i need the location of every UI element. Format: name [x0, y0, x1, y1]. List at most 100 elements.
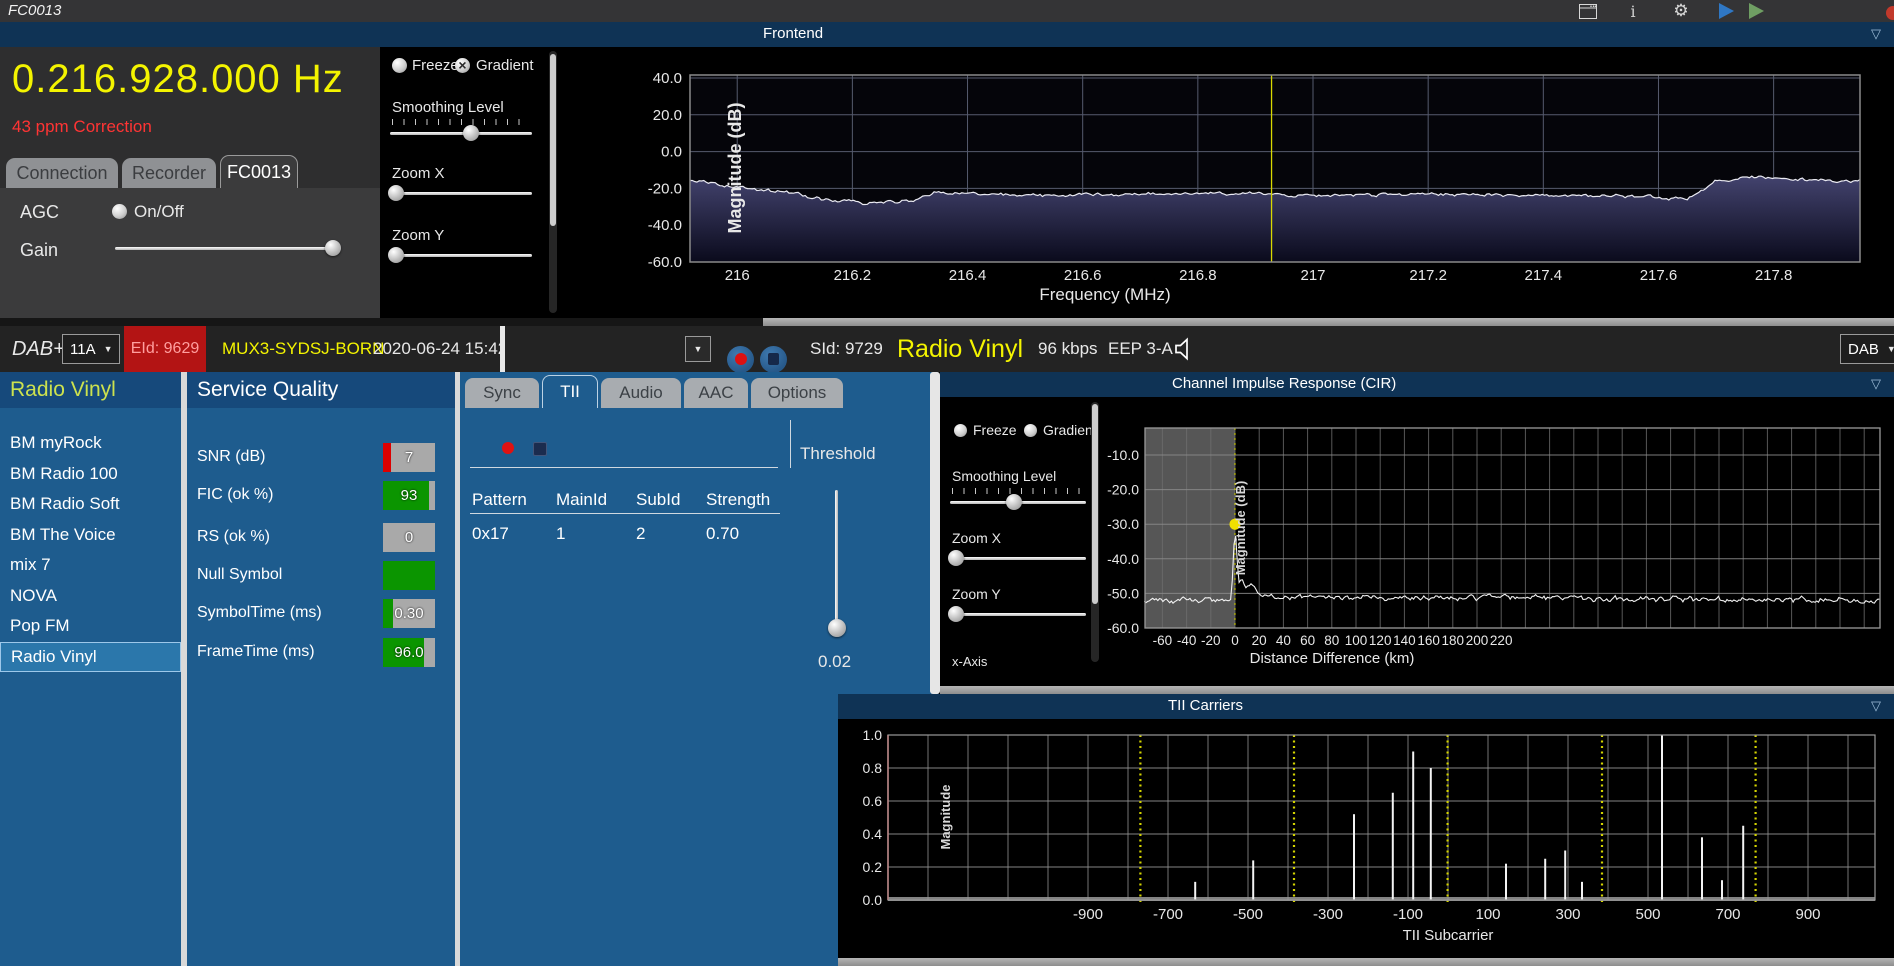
- svg-text:216.6: 216.6: [1064, 267, 1102, 284]
- cir-horizontal-scrollbar[interactable]: [940, 686, 1894, 694]
- freeze-label: Freeze: [412, 57, 459, 74]
- svg-text:180: 180: [1442, 633, 1465, 648]
- station-item[interactable]: NOVA: [0, 581, 181, 611]
- stop-red-icon[interactable]: [1886, 6, 1894, 20]
- svg-text:160: 160: [1417, 633, 1440, 648]
- agc-label: AGC: [20, 202, 59, 223]
- svg-text:-60.0: -60.0: [648, 254, 682, 271]
- zoom-y-slider[interactable]: [390, 247, 532, 263]
- svg-text:-20: -20: [1201, 633, 1221, 648]
- gradient-label: Gradient: [476, 57, 534, 74]
- tii-cell: 0.70: [706, 524, 786, 544]
- station-item[interactable]: Pop FM: [0, 611, 181, 641]
- play-blue-icon[interactable]: [1716, 2, 1736, 20]
- station-item[interactable]: BM Radio 100: [0, 459, 181, 489]
- frontend-tab-fc0013[interactable]: FC0013: [220, 155, 298, 188]
- mode-label: DAB+: [12, 326, 65, 372]
- cir-controls-scrollbar[interactable]: [1091, 402, 1099, 662]
- window-icon[interactable]: [1576, 2, 1600, 20]
- tii-table-row[interactable]: 0x17120.70: [472, 524, 802, 544]
- chevron-down-icon: ▼: [1887, 344, 1894, 354]
- tab-sync[interactable]: Sync: [465, 378, 539, 408]
- station-item[interactable]: mix 7: [0, 550, 181, 580]
- svg-text:80: 80: [1324, 633, 1339, 648]
- svg-text:0.0: 0.0: [863, 892, 883, 908]
- station-item[interactable]: BM myRock: [0, 428, 181, 458]
- vertical-splitter[interactable]: [930, 372, 940, 694]
- frontend-collapse-icon[interactable]: ▽: [1871, 27, 1881, 40]
- chevron-down-icon: ▼: [104, 344, 113, 354]
- gradient-radio[interactable]: [455, 58, 470, 73]
- service-quality-title: Service Quality: [197, 378, 338, 402]
- station-item[interactable]: BM Radio Soft: [0, 489, 181, 519]
- tii-cell: 1: [556, 524, 636, 544]
- smoothing-slider[interactable]: [390, 125, 532, 141]
- play-green-icon[interactable]: [1746, 2, 1766, 20]
- svg-text:-50.0: -50.0: [1107, 585, 1139, 601]
- top-horizontal-scrollbar[interactable]: [763, 318, 1894, 326]
- threshold-slider[interactable]: [826, 490, 846, 640]
- cir-zoom-x-slider[interactable]: [950, 550, 1086, 566]
- svg-text:1.0: 1.0: [863, 727, 883, 743]
- quality-label: FIC (ok %): [197, 486, 273, 504]
- tii-col-header: Strength: [706, 490, 786, 510]
- svg-text:-60.0: -60.0: [1107, 620, 1139, 636]
- frontend-tuner-panel: 0.216.928.000 Hz 43 ppm Correction Conne…: [0, 47, 380, 318]
- tii-collapse-icon[interactable]: ▽: [1871, 699, 1881, 712]
- frequency-display: 0.216.928.000 Hz: [12, 57, 344, 102]
- cir-gradient-radio[interactable]: [1024, 424, 1037, 437]
- cir-smoothing-slider[interactable]: [950, 494, 1086, 510]
- splitter-handle[interactable]: [500, 326, 505, 372]
- protection-label: EEP 3-A: [1108, 326, 1173, 372]
- cir-chart: -10.0-20.0-30.0-40.0-50.0-60.0-60-40-200…: [1100, 397, 1894, 686]
- dropdown-toggle-button[interactable]: ▼: [685, 336, 711, 362]
- svg-text:0.0: 0.0: [661, 144, 682, 161]
- tab-tii[interactable]: TII: [542, 375, 598, 408]
- settings-gear-icon[interactable]: ⚙: [1670, 2, 1692, 20]
- service-quality-header: Service Quality: [187, 372, 455, 408]
- station-list-header-label: Radio Vinyl: [10, 378, 116, 402]
- station-item[interactable]: Radio Vinyl: [0, 642, 181, 672]
- tab-audio[interactable]: Audio: [601, 378, 681, 408]
- frontend-header-title: Frontend: [763, 25, 823, 42]
- svg-text:216.8: 216.8: [1179, 267, 1217, 284]
- divider-line: [790, 420, 791, 468]
- svg-text:700: 700: [1715, 906, 1740, 923]
- svg-text:-30.0: -30.0: [1107, 516, 1139, 532]
- tab-options[interactable]: Options: [751, 378, 843, 408]
- cir-collapse-icon[interactable]: ▽: [1871, 377, 1881, 390]
- speaker-icon[interactable]: [1172, 326, 1194, 372]
- title-bar: FC0013 i ⚙: [0, 0, 1894, 23]
- cir-freeze-radio[interactable]: [954, 424, 967, 437]
- channel-select[interactable]: 11A▼: [62, 334, 120, 364]
- tii-table-rows: 0x17120.70: [472, 524, 802, 544]
- frontend-tab-recorder[interactable]: Recorder: [122, 158, 216, 188]
- output-select[interactable]: DAB▼: [1840, 334, 1894, 364]
- stop-indicator-icon[interactable]: [533, 442, 547, 456]
- quality-value: 96.0: [383, 638, 435, 667]
- quality-value: 0: [383, 523, 435, 552]
- svg-text:-10.0: -10.0: [1107, 447, 1139, 463]
- app-title: FC0013: [8, 2, 61, 19]
- cir-zoom-y-slider[interactable]: [950, 606, 1086, 622]
- record-indicator-icon[interactable]: [502, 442, 514, 454]
- agc-radio[interactable]: [112, 204, 127, 219]
- frontend-tab-connection[interactable]: Connection: [6, 158, 118, 188]
- spectrum-chart: 40.020.00.0-20.0-40.0-60.0216216.2216.42…: [560, 47, 1894, 318]
- divider-line: [470, 467, 778, 468]
- station-list-panel: Radio Vinyl BM myRockBM Radio 100BM Radi…: [0, 372, 181, 966]
- svg-text:300: 300: [1555, 906, 1580, 923]
- station-item[interactable]: BM The Voice: [0, 520, 181, 550]
- svg-text:Distance Difference (km): Distance Difference (km): [1250, 650, 1415, 667]
- svg-text:-500: -500: [1233, 906, 1263, 923]
- zoom-x-slider[interactable]: [390, 185, 532, 201]
- spectrum-controls-scrollbar[interactable]: [549, 51, 557, 313]
- tii-horizontal-scrollbar[interactable]: [838, 958, 1894, 966]
- frontend-tab-content: AGC On/Off Gain: [0, 188, 380, 318]
- svg-text:217.6: 217.6: [1640, 267, 1678, 284]
- zoom-y-label: Zoom Y: [392, 227, 444, 244]
- freeze-radio[interactable]: [392, 58, 407, 73]
- info-icon[interactable]: i: [1625, 2, 1641, 20]
- gain-slider[interactable]: [115, 240, 341, 256]
- tab-aac[interactable]: AAC: [684, 378, 748, 408]
